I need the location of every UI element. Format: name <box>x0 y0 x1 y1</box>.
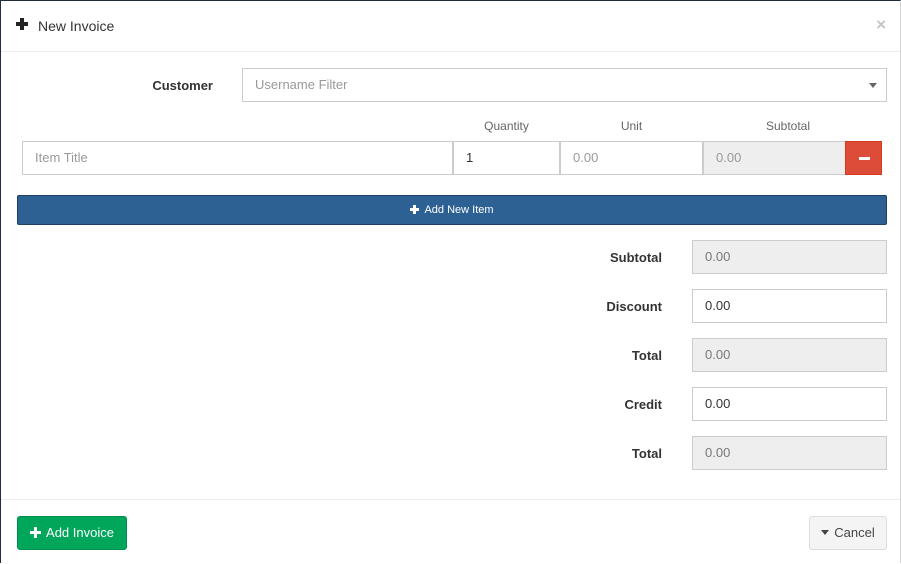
add-new-item-button[interactable]: Add New Item <box>17 195 887 225</box>
unit-column-header: Unit <box>620 119 643 133</box>
customer-select[interactable]: Username Filter <box>242 68 887 102</box>
cancel-label: Cancel <box>834 525 875 540</box>
modal-title: New Invoice <box>38 18 115 34</box>
plus-icon <box>15 17 29 31</box>
total-label: Total <box>631 348 662 363</box>
discount-label: Discount <box>606 299 662 314</box>
plus-icon <box>30 527 42 538</box>
quantity-column-header: Quantity <box>484 119 529 133</box>
add-invoice-button[interactable]: Add Invoice <box>17 516 127 550</box>
total-field: 0.00 <box>692 338 887 372</box>
new-invoice-modal: New Invoice × Customer Username Filter Q… <box>0 0 901 563</box>
discount-input[interactable]: 0.00 <box>692 289 887 323</box>
subtotal-label: Subtotal <box>610 250 662 265</box>
modal-footer: Add Invoice Cancel <box>1 499 900 564</box>
credit-label: Credit <box>624 397 662 412</box>
cancel-button[interactable]: Cancel <box>809 516 887 550</box>
chevron-down-icon <box>869 83 877 88</box>
caret-down-icon <box>821 530 830 535</box>
subtotal-field: 0.00 <box>692 240 887 274</box>
credit-input[interactable]: 0.00 <box>692 387 887 421</box>
remove-item-button[interactable] <box>845 141 882 175</box>
add-invoice-label: Add Invoice <box>46 525 114 540</box>
plus-icon <box>410 205 420 214</box>
minus-icon <box>859 157 870 160</box>
item-quantity-input[interactable]: 1 <box>453 141 560 175</box>
customer-label: Customer <box>152 78 213 93</box>
customer-select-placeholder: Username Filter <box>255 77 348 92</box>
item-unit-input[interactable]: 0.00 <box>560 141 703 175</box>
grand-total-label: Total <box>631 446 662 461</box>
item-subtotal-field: 0.00 <box>703 141 846 175</box>
close-icon[interactable]: × <box>876 15 886 35</box>
subtotal-column-header: Subtotal <box>765 119 811 133</box>
grand-total-field: 0.00 <box>692 436 887 470</box>
item-title-input[interactable]: Item Title <box>22 141 453 175</box>
modal-header: New Invoice × <box>1 1 900 52</box>
add-new-item-label: Add New Item <box>424 204 494 216</box>
